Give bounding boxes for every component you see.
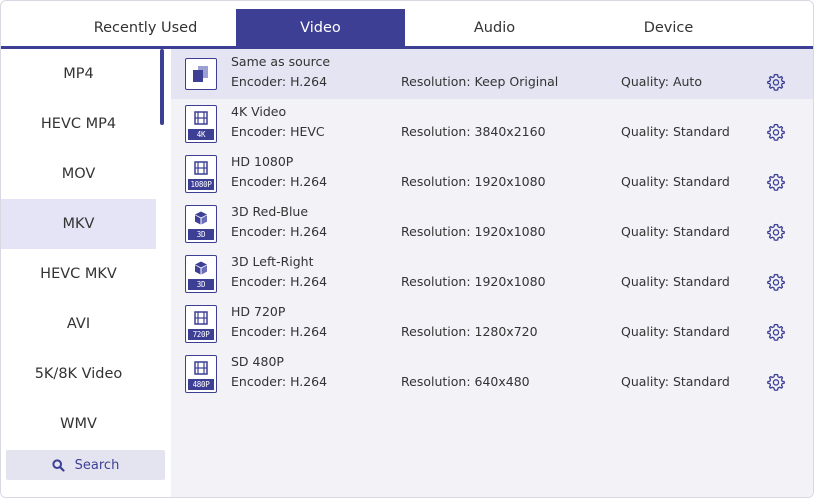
preset-encoder: Encoder: H.264 — [231, 374, 328, 389]
preset-encoder: Encoder: H.264 — [231, 174, 328, 189]
preset-quality: Quality: Standard — [621, 224, 730, 239]
format-tag: 480P — [188, 379, 214, 390]
preset-resolution: Resolution: 1920x1080 — [401, 174, 546, 189]
tab-device[interactable]: Device — [584, 9, 753, 47]
gear-icon[interactable] — [767, 323, 785, 341]
gear-icon[interactable] — [767, 73, 785, 91]
preset-row-same-as-source[interactable]: Same as source Encoder: H.264 Resolution… — [171, 49, 813, 99]
gear-icon[interactable] — [767, 373, 785, 391]
preset-name: 3D Left-Right — [231, 254, 314, 269]
gear-icon[interactable] — [767, 173, 785, 191]
sidebar-item-wmv[interactable]: WMV — [1, 399, 156, 449]
cube-icon: 3D — [185, 205, 217, 243]
preset-name: HD 1080P — [231, 154, 294, 169]
tab-recently-used[interactable]: Recently Used — [55, 9, 236, 47]
preset-resolution: Resolution: Keep Original — [401, 74, 559, 89]
sidebar-item-hevc-mkv[interactable]: HEVC MKV — [1, 249, 156, 299]
search-button[interactable]: Search — [6, 450, 165, 480]
preset-name: SD 480P — [231, 354, 284, 369]
format-tag: 3D — [188, 279, 214, 290]
film-icon: 1080P — [185, 155, 217, 193]
format-picker-window: Recently Used Video Audio Device MP4 HEV… — [0, 0, 814, 498]
preset-list: Same as source Encoder: H.264 Resolution… — [171, 49, 813, 497]
preset-row-4k-video[interactable]: 4K 4K Video Encoder: HEVC Resolution: 38… — [171, 99, 813, 149]
format-tag: 720P — [188, 329, 214, 340]
sidebar-item-mp4[interactable]: MP4 — [1, 49, 156, 99]
preset-quality: Quality: Standard — [621, 124, 730, 139]
cube-icon: 3D — [185, 255, 217, 293]
format-category-tabs: Recently Used Video Audio Device — [1, 1, 813, 49]
search-icon — [52, 458, 65, 472]
format-tag: 3D — [188, 229, 214, 240]
format-tag: 4K — [188, 129, 214, 140]
preset-name: 4K Video — [231, 104, 287, 119]
sidebar-item-hevc-mp4[interactable]: HEVC MP4 — [1, 99, 156, 149]
sidebar-item-mkv[interactable]: MKV — [1, 199, 156, 249]
sidebar-item-avi[interactable]: AVI — [1, 299, 156, 349]
preset-row-hd-720p[interactable]: 720P HD 720P Encoder: H.264 Resolution: … — [171, 299, 813, 349]
preset-quality: Quality: Standard — [621, 324, 730, 339]
preset-encoder: Encoder: HEVC — [231, 124, 325, 139]
film-icon: 480P — [185, 355, 217, 393]
search-label: Search — [74, 457, 120, 473]
preset-resolution: Resolution: 1920x1080 — [401, 224, 546, 239]
preset-quality: Quality: Standard — [621, 174, 730, 189]
gear-icon[interactable] — [767, 123, 785, 141]
preset-quality: Quality: Standard — [621, 374, 730, 389]
gear-icon[interactable] — [767, 223, 785, 241]
sidebar-item-5k-8k-video[interactable]: 5K/8K Video — [1, 349, 156, 399]
film-icon: 720P — [185, 305, 217, 343]
preset-encoder: Encoder: H.264 — [231, 224, 328, 239]
copy-icon — [185, 58, 217, 90]
preset-quality: Quality: Auto — [621, 74, 702, 89]
preset-row-3d-left-right[interactable]: 3D 3D Left-Right Encoder: H.264 Resoluti… — [171, 249, 813, 299]
preset-row-sd-480p[interactable]: 480P SD 480P Encoder: H.264 Resolution: … — [171, 349, 813, 399]
preset-encoder: Encoder: H.264 — [231, 324, 328, 339]
sidebar-scrollbar[interactable] — [160, 49, 164, 125]
format-sidebar: MP4 HEVC MP4 MOV MKV HEVC MKV AVI 5K/8K … — [1, 49, 171, 497]
preset-resolution: Resolution: 1280x720 — [401, 324, 538, 339]
preset-name: Same as source — [231, 54, 331, 69]
sidebar-item-mov[interactable]: MOV — [1, 149, 156, 199]
preset-name: 3D Red-Blue — [231, 204, 309, 219]
preset-encoder: Encoder: H.264 — [231, 74, 328, 89]
preset-resolution: Resolution: 640x480 — [401, 374, 530, 389]
preset-quality: Quality: Standard — [621, 274, 730, 289]
format-tag: 1080P — [188, 179, 214, 190]
film-icon: 4K — [185, 105, 217, 143]
preset-row-3d-red-blue[interactable]: 3D 3D Red-Blue Encoder: H.264 Resolution… — [171, 199, 813, 249]
preset-name: HD 720P — [231, 304, 286, 319]
preset-resolution: Resolution: 3840x2160 — [401, 124, 546, 139]
preset-resolution: Resolution: 1920x1080 — [401, 274, 546, 289]
tab-audio[interactable]: Audio — [405, 9, 584, 47]
preset-encoder: Encoder: H.264 — [231, 274, 328, 289]
gear-icon[interactable] — [767, 273, 785, 291]
preset-row-hd-1080p[interactable]: 1080P HD 1080P Encoder: H.264 Resolution… — [171, 149, 813, 199]
tab-video[interactable]: Video — [236, 9, 405, 47]
